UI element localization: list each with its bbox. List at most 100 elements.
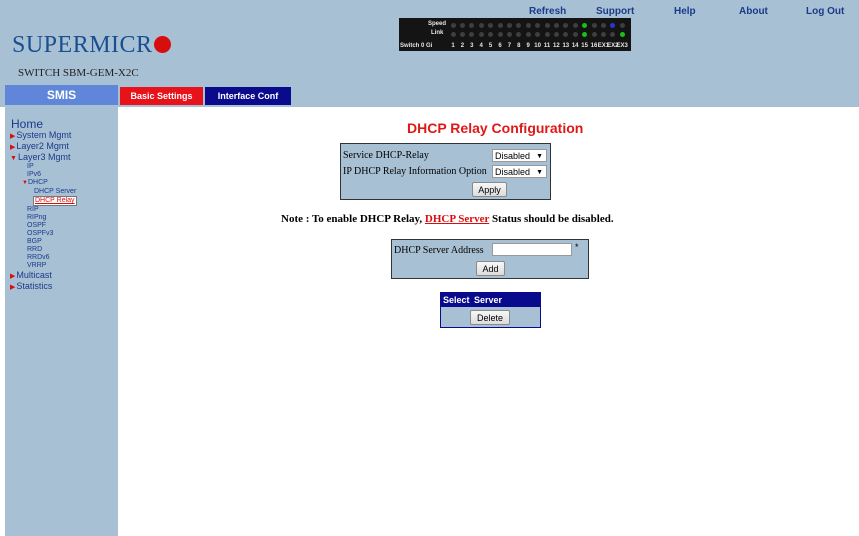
logo-text: SUPERMICR [12, 32, 153, 58]
server-address-table: Select Server Address Delete [440, 292, 541, 328]
column-header-select: Select [443, 295, 470, 305]
sidebar-item-label: System Mgmt [16, 130, 72, 140]
speed-led-port-16 [591, 23, 597, 28]
smis-tab[interactable]: SMIS [5, 85, 118, 105]
link-led-port-EX2 [610, 32, 616, 37]
sidebar-item-statistics[interactable]: ▶Statistics [10, 281, 52, 291]
sidebar-item-rrd[interactable]: RRD [27, 246, 42, 254]
sidebar-item-rrdv6[interactable]: RRDv6 [27, 254, 50, 262]
sidebar-item-multicast[interactable]: ▶Multicast [10, 270, 52, 280]
apply-button[interactable]: Apply [472, 182, 507, 197]
sidebar-item-ripng[interactable]: RIPng [27, 214, 46, 222]
link-led-port-4 [478, 32, 484, 37]
server-address-form: DHCP Server Address * Add [391, 239, 589, 279]
sidebar-item-label: Layer2 Mgmt [16, 141, 69, 151]
page-title: DHCP Relay Configuration [407, 120, 584, 136]
service-dhcp-relay-label: Service DHCP-Relay [343, 150, 429, 161]
speed-led-port-15 [582, 23, 588, 28]
dhcp-server-address-label: DHCP Server Address [394, 245, 484, 256]
triangle-right-icon: ▶ [10, 144, 16, 151]
sidebar-item-vrrp[interactable]: VRRP [27, 262, 46, 270]
sidebar-item-label: Multicast [16, 270, 52, 280]
relay-info-option-label: IP DHCP Relay Information Option [343, 166, 487, 177]
triangle-down-icon: ▼ [10, 155, 17, 162]
speed-led-port-EX2 [610, 23, 616, 28]
port-number: EX3 [616, 43, 628, 49]
sidebar-item-layer3-mgmt[interactable]: ▼Layer3 Mgmt [10, 152, 70, 162]
header-banner: SUPERMICR SWITCH SBM-GEM-X2C Refresh Sup… [0, 0, 859, 85]
sidebar-item-dhcp[interactable]: ▼DHCP [22, 179, 48, 187]
tab-basic-settings[interactable]: Basic Settings [120, 87, 203, 105]
help-link[interactable]: Help [674, 6, 696, 17]
column-header-server-address: Server Address [474, 295, 510, 317]
speed-led-port-1 [450, 23, 456, 28]
speed-led-port-12 [553, 23, 559, 28]
link-led-port-EX3 [619, 32, 625, 37]
link-led-port-13 [563, 32, 569, 37]
link-led-port-1 [450, 32, 456, 37]
link-led-port-12 [553, 32, 559, 37]
link-led-port-9 [525, 32, 531, 37]
sidebar-item-dhcp-relay[interactable]: DHCP Relay [33, 196, 77, 206]
dhcp-relay-note: Note : To enable DHCP Relay, DHCP Server… [281, 213, 614, 225]
select-value: Disabled [495, 167, 531, 177]
triangle-right-icon: ▶ [10, 133, 16, 140]
speed-led-port-4 [478, 23, 484, 28]
speed-led-port-3 [469, 23, 475, 28]
link-led-port-3 [469, 32, 475, 37]
sidebar-item-rip[interactable]: RIP [27, 206, 39, 214]
sidebar-item-label: Layer3 Mgmt [17, 152, 71, 162]
speed-led-port-10 [535, 23, 541, 28]
supermicro-logo: SUPERMICR [12, 32, 171, 59]
required-asterisk: * [575, 242, 579, 252]
dhcp-server-address-input[interactable] [492, 243, 572, 256]
tab-interface-conf[interactable]: Interface Conf [205, 87, 291, 105]
speed-led-port-6 [497, 23, 503, 28]
sidebar-item-ospfv3[interactable]: OSPFv3 [27, 230, 53, 238]
add-button[interactable]: Add [476, 261, 505, 276]
sidebar-item-layer2-mgmt[interactable]: ▶Layer2 Mgmt [10, 141, 69, 151]
link-led-port-7 [506, 32, 512, 37]
chevron-down-icon: ▼ [536, 153, 543, 160]
about-link[interactable]: About [739, 6, 768, 17]
speed-led-port-14 [572, 23, 578, 28]
delete-button[interactable]: Delete [470, 310, 510, 325]
speed-label: Speed [428, 21, 447, 27]
link-led-port-10 [535, 32, 541, 37]
link-led-port-6 [497, 32, 503, 37]
sidebar-item-ospf[interactable]: OSPF [27, 222, 46, 230]
link-led-port-14 [572, 32, 578, 37]
speed-led-port-2 [459, 23, 465, 28]
sidebar-item-system-mgmt[interactable]: ▶System Mgmt [10, 130, 71, 140]
speed-led-port-5 [488, 23, 494, 28]
note-suffix: Status should be disabled. [491, 213, 614, 225]
service-dhcp-relay-select[interactable]: Disabled ▼ [492, 149, 547, 162]
link-led-port-EX1 [600, 32, 606, 37]
speed-led-port-8 [516, 23, 522, 28]
link-label: Link [431, 30, 444, 36]
link-led-port-5 [488, 32, 494, 37]
logout-link[interactable]: Log Out [806, 6, 844, 17]
link-led-port-15 [582, 32, 588, 37]
support-link[interactable]: Support [596, 6, 634, 17]
link-led-port-8 [516, 32, 522, 37]
chevron-down-icon: ▼ [536, 169, 543, 176]
sidebar-item-label: Statistics [16, 281, 53, 291]
dhcp-server-link[interactable]: DHCP Server [425, 213, 489, 225]
sidebar-item-ip[interactable]: IP [27, 163, 34, 171]
speed-led-port-9 [525, 23, 531, 28]
select-value: Disabled [495, 151, 531, 161]
speed-led-port-11 [544, 23, 550, 28]
speed-led-port-EX1 [600, 23, 606, 28]
sidebar-home[interactable]: Home [11, 117, 43, 131]
relay-info-option-select[interactable]: Disabled ▼ [492, 165, 547, 178]
nav-bar: SMIS Basic Settings Interface Conf [0, 85, 859, 107]
note-prefix: Note : To enable DHCP Relay, [281, 213, 423, 225]
refresh-link[interactable]: Refresh [529, 6, 566, 17]
sidebar-item-ipv6[interactable]: IPv6 [27, 171, 41, 179]
sidebar-item-dhcp-server[interactable]: DHCP Server [34, 188, 76, 196]
triangle-right-icon: ▶ [10, 284, 16, 291]
switch-model: SWITCH SBM-GEM-X2C [18, 67, 139, 79]
sidebar-item-bgp[interactable]: BGP [27, 238, 42, 246]
sidebar-item-label: DHCP [27, 179, 48, 186]
